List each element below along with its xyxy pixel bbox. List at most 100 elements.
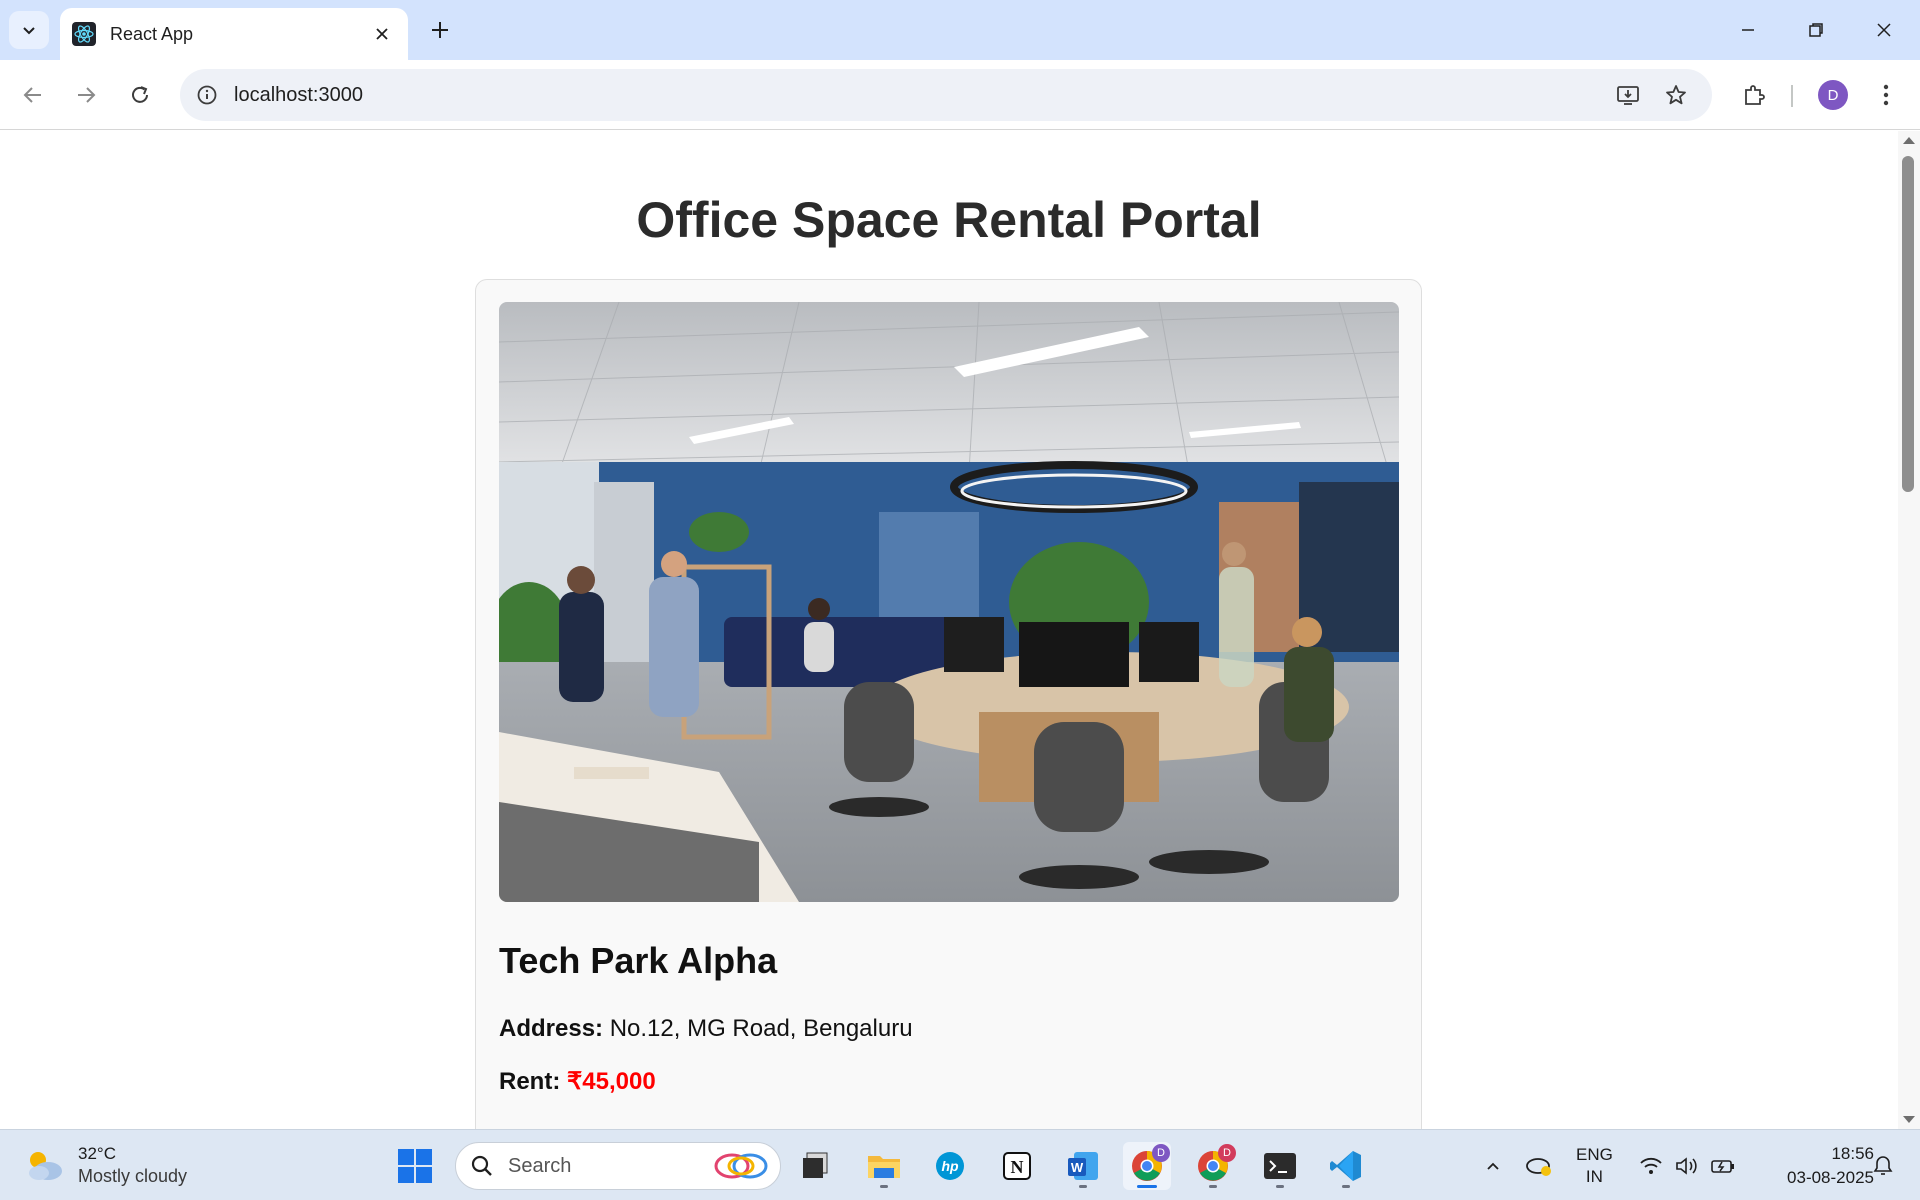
hp-app-button[interactable]: hp [926, 1142, 974, 1190]
back-button[interactable] [13, 75, 53, 115]
url-text[interactable]: localhost:3000 [234, 84, 363, 107]
minimize-icon [1742, 29, 1754, 31]
chrome-button-active[interactable]: D [1123, 1142, 1171, 1190]
onedrive-tray-button[interactable] [1522, 1142, 1556, 1190]
address-line: Address: No.12, MG Road, Bengaluru [499, 1015, 913, 1043]
scroll-up-arrow-icon[interactable] [1903, 137, 1915, 144]
reload-icon [132, 86, 148, 103]
copilot-icon [714, 1153, 768, 1179]
profile-button[interactable]: D [1813, 75, 1853, 115]
plus-icon [432, 22, 448, 38]
notion-icon: N [1003, 1152, 1031, 1180]
weather-temperature: 32°C [78, 1144, 116, 1163]
rent-label: Rent: [499, 1068, 561, 1095]
input-language-indicator[interactable]: ENG IN [1576, 1144, 1613, 1188]
react-logo-icon [72, 22, 96, 46]
task-view-icon [803, 1152, 828, 1178]
browser-toolbar: localhost:3000 D [0, 60, 1920, 130]
minimize-button[interactable] [1720, 10, 1776, 50]
terminal-button[interactable] [1256, 1142, 1304, 1190]
more-vert-icon [1883, 84, 1889, 106]
puzzle-icon [1745, 85, 1765, 105]
office-name: Tech Park Alpha [499, 940, 778, 981]
profile-badge: D [1218, 1144, 1236, 1162]
address-bar[interactable]: localhost:3000 [180, 69, 1712, 121]
windows-logo-icon [398, 1149, 432, 1183]
page-viewport: Office Space Rental Portal Tech Park Alp… [0, 131, 1898, 1129]
running-indicator [1342, 1185, 1350, 1188]
svg-text:hp: hp [941, 1158, 959, 1174]
chrome-button-second[interactable]: D [1189, 1142, 1237, 1190]
scroll-thumb[interactable] [1902, 156, 1914, 492]
scroll-down-arrow-icon[interactable] [1903, 1116, 1915, 1123]
profile-badge: D [1152, 1144, 1170, 1162]
chevron-up-icon [1487, 1162, 1499, 1170]
windows-taskbar: 32°C Mostly cloudy Search hp N W D D ENG… [0, 1129, 1920, 1200]
toolbar-divider [1791, 85, 1793, 107]
active-indicator [1137, 1185, 1157, 1188]
arrow-right-icon [78, 87, 96, 103]
office-photo [499, 302, 1399, 902]
close-window-button[interactable] [1856, 10, 1912, 50]
taskbar-clock[interactable]: 18:56 03-08-2025 [1754, 1142, 1874, 1190]
vscode-icon [1330, 1151, 1361, 1181]
terminal-icon [1264, 1153, 1296, 1179]
tab-strip: React App [0, 0, 1920, 60]
browser-menu-button[interactable] [1866, 75, 1906, 115]
weather-description: Mostly cloudy [78, 1166, 188, 1186]
battery-tray-button[interactable] [1708, 1142, 1738, 1190]
word-icon: W [1068, 1152, 1098, 1180]
cloud-warning-icon [1526, 1158, 1551, 1176]
volume-tray-button[interactable] [1672, 1142, 1702, 1190]
address-label: Address: [499, 1015, 604, 1042]
rent-value: ₹45,000 [567, 1068, 656, 1095]
svg-text:W: W [1071, 1160, 1084, 1175]
file-explorer-button[interactable] [860, 1142, 908, 1190]
search-placeholder: Search [508, 1154, 572, 1177]
page-title: Office Space Rental Portal [636, 192, 1262, 248]
speaker-icon [1676, 1157, 1697, 1175]
arrow-left-icon [23, 87, 41, 103]
notion-button[interactable]: N [993, 1142, 1041, 1190]
battery-charging-icon [1711, 1160, 1734, 1173]
partly-cloudy-icon [29, 1152, 62, 1180]
install-app-icon[interactable] [1608, 75, 1648, 115]
restore-icon [1809, 23, 1823, 37]
tab-react-app[interactable]: React App [60, 8, 408, 60]
vscode-button[interactable] [1322, 1142, 1370, 1190]
site-info-icon[interactable] [192, 80, 222, 110]
notifications-button[interactable] [1868, 1142, 1898, 1190]
page-scrollbar[interactable] [1898, 131, 1920, 1129]
chevron-down-icon [23, 27, 35, 35]
start-button[interactable] [391, 1142, 439, 1190]
show-hidden-icons-button[interactable] [1478, 1142, 1508, 1190]
avatar: D [1818, 80, 1848, 110]
tab-title: React App [110, 23, 194, 44]
forward-button[interactable] [66, 75, 106, 115]
close-icon [1877, 23, 1891, 37]
close-tab-icon[interactable] [368, 20, 396, 48]
extensions-button[interactable] [1734, 75, 1774, 115]
bookmark-star-icon[interactable] [1656, 75, 1696, 115]
running-indicator [1276, 1185, 1284, 1188]
reload-button[interactable] [120, 75, 160, 115]
restore-button[interactable] [1788, 10, 1844, 50]
office-card: Tech Park Alpha Address: No.12, MG Road,… [475, 279, 1422, 1129]
tab-search-button[interactable] [9, 11, 49, 49]
language-code: ENG [1576, 1145, 1613, 1164]
new-tab-button[interactable] [424, 14, 456, 46]
taskbar-search[interactable]: Search [455, 1142, 781, 1190]
folder-icon [868, 1156, 900, 1178]
hp-logo-icon: hp [936, 1152, 964, 1180]
word-button[interactable]: W [1059, 1142, 1107, 1190]
wifi-tray-button[interactable] [1636, 1142, 1666, 1190]
wifi-icon [1640, 1157, 1662, 1174]
clock-date: 03-08-2025 [1787, 1168, 1874, 1187]
svg-text:N: N [1011, 1157, 1024, 1177]
weather-widget[interactable]: 32°C Mostly cloudy [24, 1142, 187, 1188]
running-indicator [1079, 1185, 1087, 1188]
rent-line: Rent: ₹45,000 [499, 1067, 656, 1096]
region-code: IN [1585, 1167, 1603, 1186]
address-value: No.12, MG Road, Bengaluru [609, 1015, 913, 1042]
task-view-button[interactable] [791, 1142, 839, 1190]
